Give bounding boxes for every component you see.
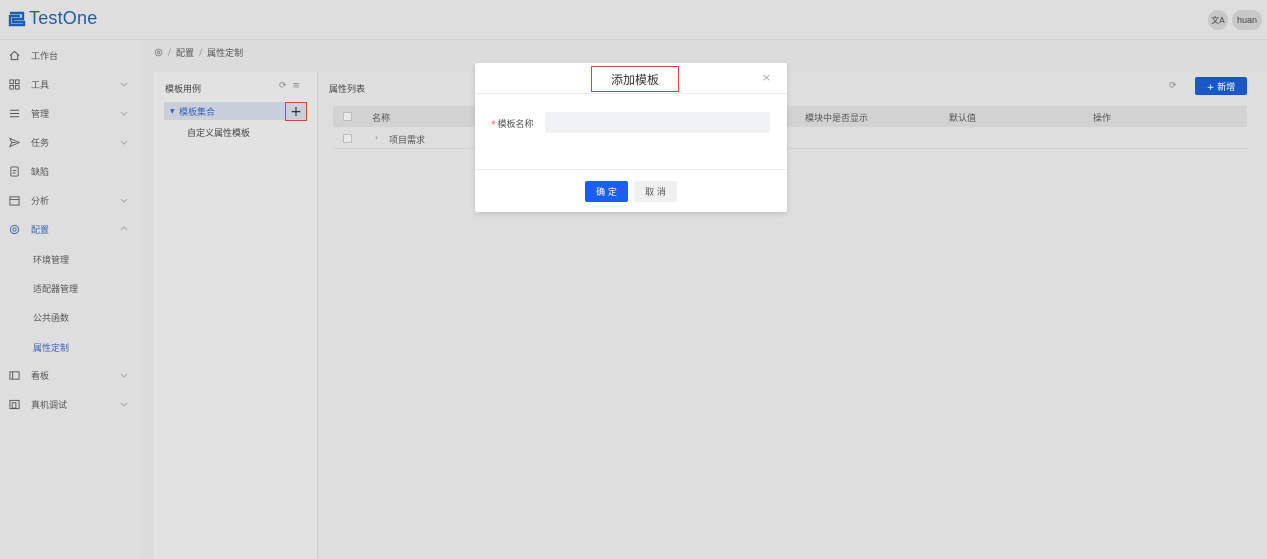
chevron-up-icon: [120, 226, 128, 231]
language-switch-icon[interactable]: 文A: [1208, 10, 1228, 30]
sidebar-item-label: 看板: [31, 371, 50, 382]
grid-icon: [9, 78, 20, 90]
sidebar-subitem-label: 适配器管理: [33, 284, 79, 295]
sidebar-item-label: 工作台: [31, 51, 59, 62]
list-icon: [9, 109, 20, 117]
attribute-list-panel: 属性列表 ⟳ + 新增 名称 模块中是否显示 默认值 操作 › 项目需求: [319, 72, 1267, 559]
user-avatar[interactable]: huan: [1232, 10, 1262, 30]
app-name: TestOne: [29, 8, 98, 28]
caret-down-icon[interactable]: ▼: [170, 108, 175, 115]
row-checkbox[interactable]: [343, 134, 352, 143]
refresh-icon[interactable]: ⟳: [279, 81, 287, 91]
chevron-down-icon: [120, 198, 128, 203]
add-template-button[interactable]: +: [285, 102, 307, 121]
chevron-right-icon[interactable]: ›: [375, 133, 378, 142]
document-icon: [10, 165, 19, 177]
template-name-label-text: 模板名称: [497, 120, 534, 130]
sidebar-item-device-debug[interactable]: 真机调试: [0, 390, 140, 418]
sidebar-subitem-label: 公共函数: [33, 313, 70, 324]
breadcrumb-separator: /: [168, 47, 172, 58]
dialog-header: 添加模板 ×: [475, 63, 787, 94]
cancel-button[interactable]: 取 消: [634, 181, 677, 202]
tree-toolbar: ⟳ ≡: [279, 81, 300, 91]
send-icon: [9, 136, 20, 148]
chevron-down-icon: [120, 402, 128, 407]
sidebar-item-label: 管理: [31, 109, 50, 120]
sidebar-item-board[interactable]: 看板: [0, 361, 140, 389]
template-tree-panel: 模板用例 ⟳ ≡ ▼ 模板集合 + 自定义属性模板: [154, 72, 318, 559]
sidebar-item-label: 分析: [31, 196, 50, 207]
sidebar-item-label: 工具: [31, 80, 50, 91]
column-header-actions: 操作: [1093, 114, 1112, 124]
required-mark: *: [491, 120, 496, 130]
filter-icon[interactable]: ≡: [293, 81, 301, 91]
sidebar-item-tools[interactable]: 工具: [0, 70, 140, 98]
breadcrumb: / 配置 / 属性定制: [154, 46, 243, 59]
sidebar-item-label: 缺陷: [31, 167, 50, 178]
sidebar-subitem-attribute-custom[interactable]: 属性定制: [0, 333, 140, 361]
add-template-dialog: 添加模板 × * 模板名称 确 定 取 消: [475, 63, 787, 212]
gear-icon: [9, 224, 20, 234]
sidebar-subitem-environment[interactable]: 环境管理: [0, 245, 140, 273]
sidebar-item-label: 真机调试: [31, 400, 68, 411]
breadcrumb-config[interactable]: 配置: [176, 46, 194, 59]
chevron-down-icon: [120, 140, 128, 145]
top-bar: TestOne 文A huan: [0, 0, 1267, 40]
tree-node-label: 模板集合: [179, 107, 216, 118]
sidebar-subitem-adapter[interactable]: 适配器管理: [0, 274, 140, 302]
refresh-icon[interactable]: ⟳: [1169, 81, 1177, 91]
sidebar-item-management[interactable]: 管理: [0, 99, 140, 127]
select-all-checkbox[interactable]: [343, 112, 352, 121]
calendar-icon: [9, 195, 20, 206]
sidebar-subitem-label: 环境管理: [33, 255, 70, 266]
sidebar-item-label: 配置: [31, 225, 50, 236]
sidebar-item-defects[interactable]: 缺陷: [0, 157, 140, 185]
sidebar-item-workbench[interactable]: 工作台: [0, 41, 140, 69]
chevron-down-icon: [120, 82, 128, 87]
dialog-footer: 确 定 取 消: [475, 169, 787, 212]
board-icon: [9, 370, 20, 380]
app-logo[interactable]: TestOne: [8, 8, 97, 29]
chevron-down-icon: [120, 111, 128, 116]
column-header-visible: 模块中是否显示: [805, 114, 869, 124]
dialog-title: 添加模板: [591, 66, 679, 92]
column-header-name[interactable]: 名称: [372, 111, 390, 124]
sidebar-item-label: 任务: [31, 138, 50, 149]
breadcrumb-current: 属性定制: [207, 49, 244, 59]
add-attribute-button[interactable]: + 新增: [1195, 77, 1247, 95]
home-icon: [9, 50, 20, 60]
table-row[interactable]: › 项目需求: [333, 128, 1247, 149]
chevron-down-icon: [120, 373, 128, 378]
table-header: 名称 模块中是否显示 默认值 操作: [333, 106, 1247, 127]
close-icon[interactable]: ×: [762, 71, 771, 84]
sidebar-subitem-label: 属性定制: [33, 343, 70, 354]
logo-icon: [8, 11, 26, 26]
sidebar-subitem-functions[interactable]: 公共函数: [0, 303, 140, 331]
tree-panel-title: 模板用例: [165, 85, 202, 95]
sidebar-item-analysis[interactable]: 分析: [0, 186, 140, 214]
confirm-button[interactable]: 确 定: [585, 181, 628, 202]
template-name-input[interactable]: [545, 112, 770, 133]
sidebar: 工作台 工具 管理 任务 缺陷 分析 配置 环境管理 适配器管理 公共函数 属性…: [0, 40, 140, 559]
column-header-default: 默认值: [949, 114, 977, 124]
tree-node-custom-template[interactable]: 自定义属性模板: [187, 126, 250, 139]
list-panel-title: 属性列表: [329, 85, 366, 95]
row-name: 项目需求: [389, 136, 426, 146]
breadcrumb-separator: /: [199, 47, 203, 58]
template-name-label: * 模板名称: [491, 117, 534, 130]
device-icon: [9, 399, 20, 409]
gear-icon[interactable]: [154, 48, 163, 57]
sidebar-item-config[interactable]: 配置: [0, 215, 140, 243]
sidebar-item-tasks[interactable]: 任务: [0, 128, 140, 156]
